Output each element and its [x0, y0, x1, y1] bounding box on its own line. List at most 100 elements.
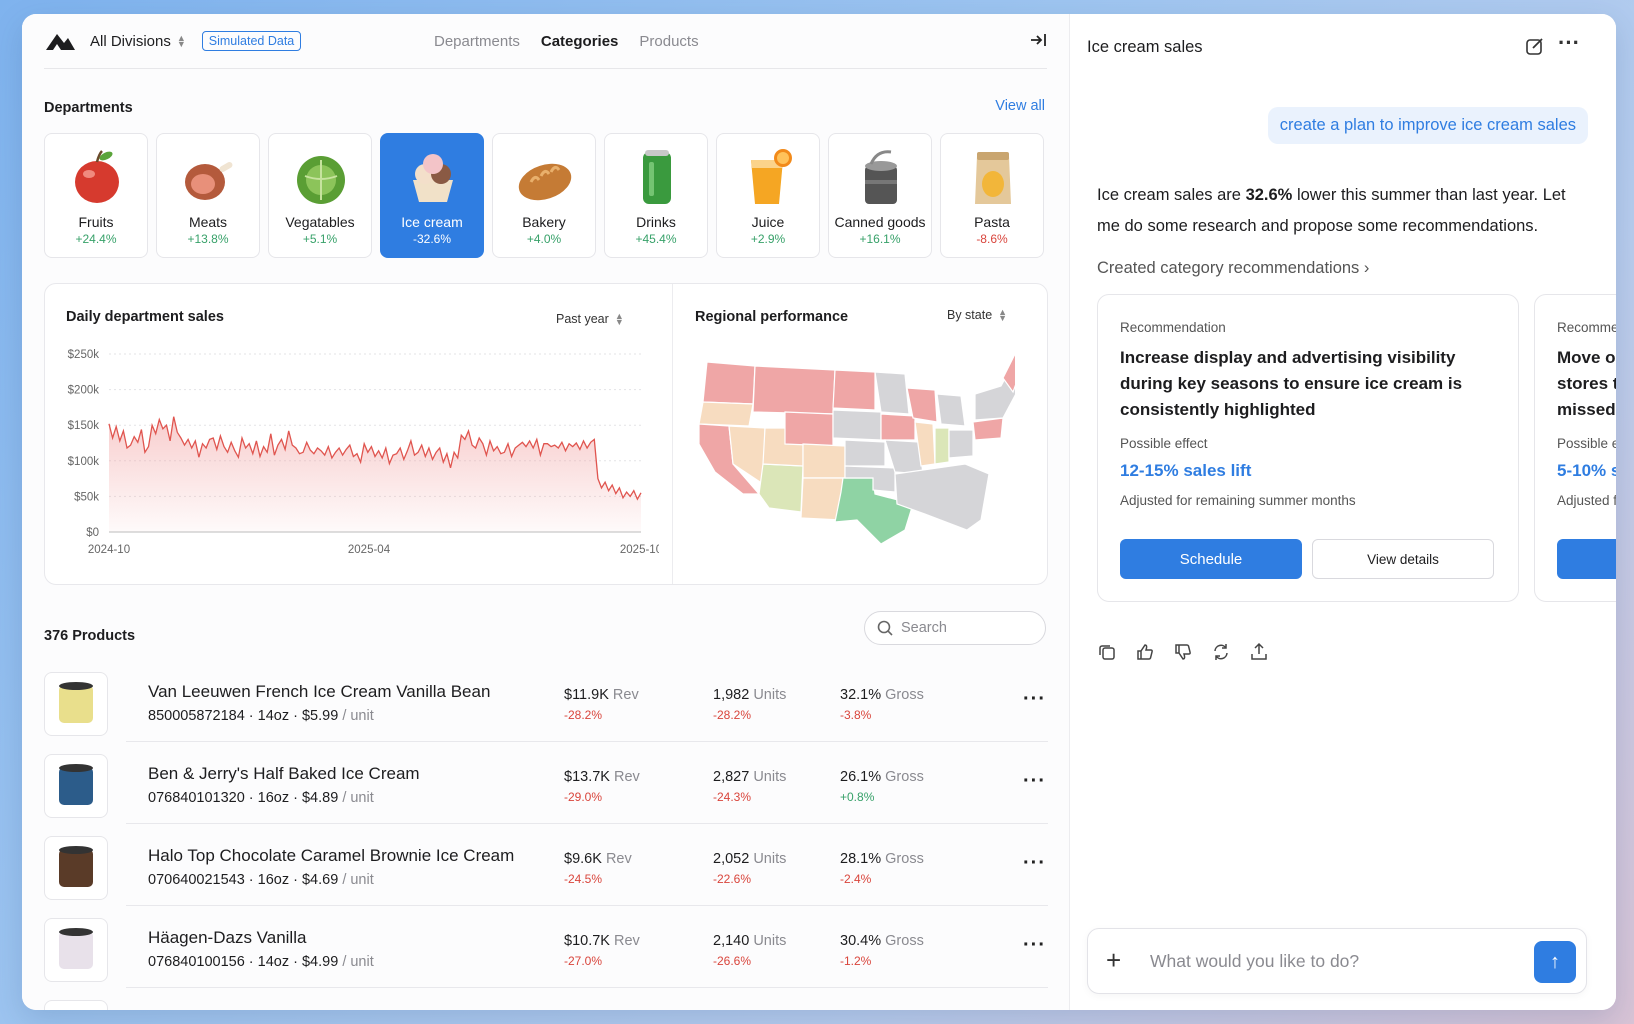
- dept-card-vegetables[interactable]: Vegatables +5.1%: [268, 133, 372, 258]
- per-unit-label: / unit: [342, 708, 374, 724]
- schedule-button[interactable]: S: [1557, 539, 1616, 579]
- product-row[interactable]: Ben & Jerry's Half Baked Ice Cream 076840…: [44, 742, 1048, 824]
- product-sku-size-price: 076840100156 · 14oz · $4.99: [148, 954, 339, 970]
- orange-juice-icon: [751, 149, 792, 204]
- map-region-colorado[interactable]: [802, 443, 846, 479]
- revenue-change: -29.0%: [564, 790, 603, 804]
- dept-card-meats[interactable]: Meats +13.8%: [156, 133, 260, 258]
- copy-icon[interactable]: [1097, 642, 1117, 662]
- map-region-south[interactable]: [894, 463, 990, 531]
- product-row[interactable]: Häagen-Dazs Vanilla 076840100156 · 14oz ·…: [44, 906, 1048, 988]
- chat-input[interactable]: + What would you like to do? ↑: [1087, 928, 1587, 994]
- simulated-data-badge: Simulated Data: [201, 31, 302, 51]
- row-more-icon[interactable]: ···: [1023, 934, 1046, 957]
- product-name[interactable]: Halo Top Chocolate Caramel Brownie Ice C…: [148, 846, 514, 866]
- division-selector[interactable]: All Divisions ▲ ▼: [90, 33, 186, 50]
- products-count: 376 Products: [44, 628, 136, 644]
- units-change: -22.6%: [713, 872, 752, 886]
- map-region-kansas[interactable]: [844, 439, 886, 467]
- gross-label: Gross: [885, 687, 924, 703]
- tab-departments[interactable]: Departments: [434, 33, 520, 50]
- region-group-select[interactable]: By state ▲ ▼: [947, 308, 1007, 323]
- product-meta: 070640021543 · 16oz · $4.69 / unit: [148, 872, 374, 888]
- dept-change: +2.9%: [750, 232, 786, 246]
- product-row[interactable]: Halo Top Chocolate Caramel Brownie Ice C…: [44, 824, 1048, 906]
- product-sku-size-price: 850005872184 · 14oz · $5.99: [148, 708, 339, 724]
- gross-change: -1.2%: [840, 954, 872, 968]
- dept-card-ice-cream[interactable]: Ice cream -32.6%: [380, 133, 484, 258]
- row-more-icon[interactable]: ···: [1023, 852, 1046, 875]
- tab-categories[interactable]: Categories: [541, 33, 619, 50]
- send-arrow-icon[interactable]: ↑: [1534, 941, 1576, 983]
- more-options-icon[interactable]: ···: [1558, 30, 1580, 56]
- map-region-nebraska[interactable]: [832, 409, 882, 441]
- product-name[interactable]: Häagen-Dazs Vanilla: [148, 928, 306, 948]
- map-region-minnesota[interactable]: [874, 371, 910, 415]
- brand-logo-icon[interactable]: [44, 30, 76, 52]
- map-region-iowa[interactable]: [880, 413, 916, 441]
- x-tick-label: 2025-04: [348, 544, 391, 556]
- dept-card-fruits[interactable]: Fruits +24.4%: [44, 133, 148, 258]
- gross-change: +0.8%: [840, 790, 875, 804]
- units-change: -24.3%: [713, 790, 752, 804]
- edit-icon[interactable]: [1525, 36, 1545, 56]
- y-tick-label: $50k: [74, 491, 99, 503]
- product-row[interactable]: Van Leeuwen French Ice Cream Vanilla Bea…: [44, 660, 1048, 742]
- map-region-dakotas[interactable]: [832, 369, 876, 411]
- product-meta: 850005872184 · 14oz · $5.99 / unit: [148, 708, 374, 724]
- daily-sales-chart: $250k $200k $150k $100k $50k $0 2024-10 2025-04…: [68, 349, 659, 556]
- map-region-ohio[interactable]: [948, 429, 974, 459]
- dept-card-canned-goods[interactable]: Canned goods +16.1%: [828, 133, 932, 258]
- map-region-indiana[interactable]: [934, 427, 950, 465]
- created-recommendations-link[interactable]: Created category recommendations ›: [1097, 259, 1369, 278]
- thumbs-up-icon[interactable]: [1135, 642, 1155, 662]
- collapse-panel-icon[interactable]: [1029, 32, 1047, 48]
- map-region-pacific-nw[interactable]: [702, 361, 756, 405]
- us-state-map[interactable]: [685, 344, 1015, 544]
- sales-range-select[interactable]: Past year ▲ ▼: [556, 312, 624, 327]
- regenerate-icon[interactable]: [1211, 642, 1231, 662]
- rec-effect: 5-10% s: [1557, 461, 1616, 480]
- dept-card-bakery[interactable]: Bakery +4.0%: [492, 133, 596, 258]
- product-name[interactable]: Ben & Jerry's Half Baked Ice Cream: [148, 764, 420, 784]
- dept-name: Bakery: [522, 214, 566, 230]
- thumbs-down-icon[interactable]: [1173, 642, 1193, 662]
- revenue-value: $10.7K: [564, 933, 610, 949]
- apple-icon: [75, 150, 119, 203]
- view-details-button[interactable]: View details: [1312, 539, 1494, 579]
- view-all-link[interactable]: View all: [995, 98, 1045, 114]
- map-region-oregon[interactable]: [698, 401, 754, 427]
- product-name[interactable]: Van Leeuwen French Ice Cream Vanilla Bea…: [148, 682, 490, 702]
- units-value: 2,140: [713, 933, 750, 949]
- dept-card-drinks[interactable]: Drinks +45.4%: [604, 133, 708, 258]
- map-region-arizona[interactable]: [758, 463, 804, 513]
- revenue-metric: $10.7K Rev -27.0%: [564, 933, 640, 968]
- row-more-icon[interactable]: ···: [1023, 770, 1046, 793]
- dept-name: Drinks: [636, 214, 676, 230]
- tab-products[interactable]: Products: [639, 33, 698, 50]
- pasta-bag-icon: [975, 152, 1011, 204]
- map-region-wyoming[interactable]: [784, 411, 834, 447]
- schedule-button[interactable]: Schedule: [1120, 539, 1302, 579]
- row-more-icon[interactable]: ···: [1023, 688, 1046, 711]
- dept-change: +24.4%: [75, 232, 117, 246]
- x-tick-label: 2024-10: [88, 544, 130, 556]
- dept-name: Pasta: [974, 214, 1010, 230]
- gross-value: 32.1%: [840, 687, 882, 703]
- top-header: All Divisions ▲ ▼ Simulated Data Departme…: [44, 14, 1047, 69]
- map-region-mid-atlantic[interactable]: [972, 417, 1004, 441]
- gross-value: 26.1%: [840, 769, 882, 785]
- dept-card-juice[interactable]: Juice +2.9%: [716, 133, 820, 258]
- updown-chevron-icon: ▲ ▼: [176, 33, 186, 49]
- plus-icon[interactable]: +: [1106, 945, 1121, 976]
- product-search[interactable]: Search: [864, 611, 1046, 645]
- product-row[interactable]: Ben & Jerry's Cherry Garcia$15.1K Rev3,0…: [44, 988, 1048, 1010]
- map-region-mountain[interactable]: [752, 365, 836, 415]
- map-region-michigan[interactable]: [936, 393, 966, 427]
- dept-card-pasta[interactable]: Pasta -8.6%: [940, 133, 1044, 258]
- share-icon[interactable]: [1249, 642, 1269, 662]
- units-metric: 1,982 Units -28.2%: [713, 687, 786, 722]
- units-value: 2,827: [713, 769, 750, 785]
- units-change: -28.2%: [713, 708, 752, 722]
- recommendation-card-next[interactable]: Recomme Move ou stores t missed Possible…: [1534, 294, 1616, 602]
